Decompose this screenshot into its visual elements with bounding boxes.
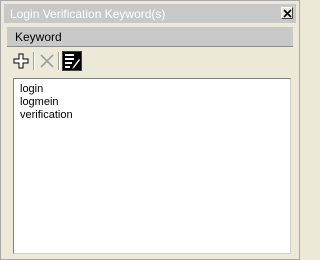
close-button[interactable] — [281, 7, 293, 19]
keyword-header-label: Keyword — [15, 30, 62, 44]
title-bar[interactable]: Login Verification Keyword(s) — [4, 4, 296, 23]
toolbar — [7, 49, 293, 73]
keyword-column-header: Keyword — [7, 27, 293, 47]
list-item[interactable]: login — [20, 83, 43, 96]
edit-keyword-button[interactable] — [62, 51, 82, 71]
list-item[interactable]: logmein — [20, 96, 59, 109]
plus-icon — [13, 53, 29, 69]
remove-keyword-button[interactable] — [37, 51, 57, 71]
x-icon — [40, 54, 54, 68]
dialog-window: Login Verification Keyword(s) Keyword lo… — [0, 0, 300, 260]
toolbar-separator — [58, 52, 60, 70]
edit-icon — [63, 52, 81, 70]
keyword-list[interactable]: login logmein verification — [13, 78, 291, 254]
list-item[interactable]: verification — [20, 109, 73, 122]
close-icon — [283, 9, 292, 18]
window-title: Login Verification Keyword(s) — [10, 7, 166, 21]
add-keyword-button[interactable] — [11, 51, 31, 71]
toolbar-separator — [33, 52, 35, 70]
